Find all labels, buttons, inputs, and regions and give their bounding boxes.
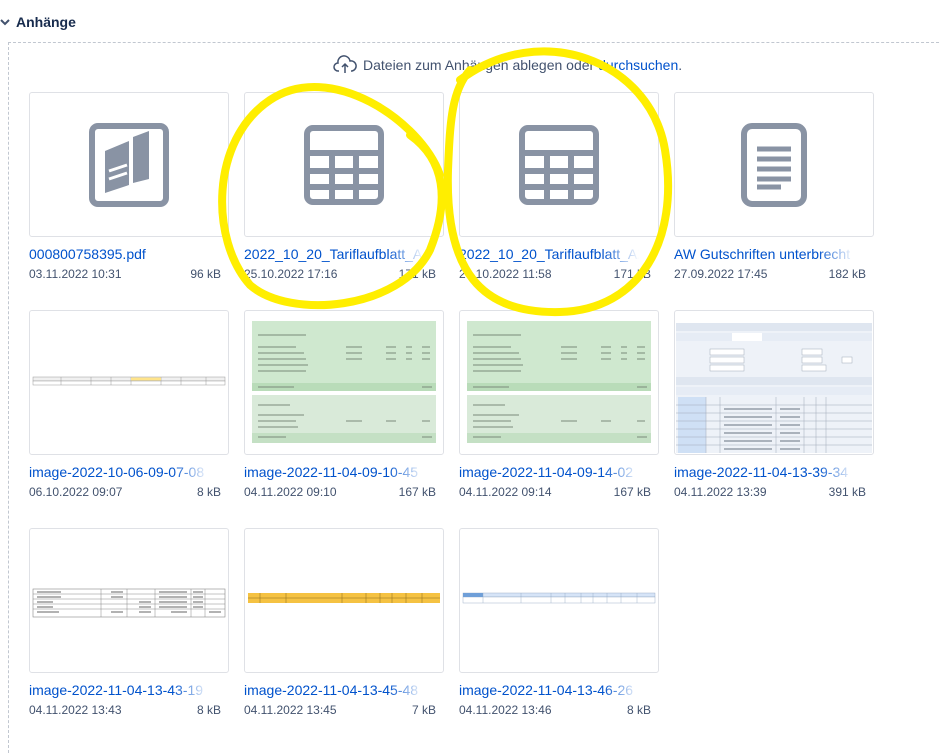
attachment-card[interactable]: image-2022-11-04-13-45-48 04.11.2022 13:… — [244, 528, 447, 717]
image-thumbnail — [467, 320, 651, 443]
file-name-link[interactable]: image-2022-11-04-09-10-45 — [244, 464, 424, 480]
file-name-link[interactable]: image-2022-11-04-13-45-48 — [244, 682, 424, 698]
attachment-card[interactable]: 2022_10_20_Tariflaufblatt_AZ 20.10.2022 … — [459, 92, 662, 281]
file-thumbnail[interactable] — [29, 310, 229, 455]
file-date: 04.11.2022 13:45 — [244, 703, 337, 717]
attachment-card[interactable]: image-2022-11-04-13-46-26 04.11.2022 13:… — [459, 528, 662, 717]
file-size: 171 kB — [398, 267, 436, 281]
drop-message-period: . — [678, 57, 683, 73]
file-date: 27.09.2022 17:45 — [674, 267, 768, 281]
file-date: 04.11.2022 13:43 — [29, 703, 122, 717]
attachment-card[interactable]: image-2022-11-04-09-10-45 04.11.2022 09:… — [244, 310, 447, 499]
file-name-link[interactable]: 2022_10_20_Tariflaufblatt_AZ — [459, 246, 639, 262]
section-title: Anhänge — [16, 14, 76, 30]
file-date: 20.10.2022 11:58 — [459, 267, 552, 281]
file-size: 167 kB — [398, 485, 436, 499]
file-date: 25.10.2022 17:16 — [244, 267, 338, 281]
file-size: 391 kB — [828, 485, 866, 499]
attachment-card[interactable]: AW Gutschriften unterbrecht 27.09.2022 1… — [674, 92, 877, 281]
attachment-card[interactable]: image-2022-10-06-09-07-08 06.10.2022 09:… — [29, 310, 232, 499]
drop-message-text: Dateien zum Anhängen ablegen oder — [363, 57, 595, 73]
file-size: 182 kB — [828, 267, 866, 281]
cloud-upload-icon — [333, 55, 357, 73]
file-thumbnail[interactable] — [29, 92, 229, 237]
file-date: 04.11.2022 13:46 — [459, 703, 552, 717]
file-name-link[interactable]: image-2022-10-06-09-07-08 — [29, 464, 209, 480]
file-date: 04.11.2022 13:39 — [674, 485, 767, 499]
file-name-link[interactable]: AW Gutschriften unterbrecht — [674, 246, 854, 262]
attachment-card[interactable]: 2022_10_20_Tariflaufblatt_AZ 25.10.2022 … — [244, 92, 447, 281]
file-date: 04.11.2022 09:14 — [459, 485, 552, 499]
attachment-card[interactable]: image-2022-11-04-09-14-02 04.11.2022 09:… — [459, 310, 662, 499]
pdf-icon — [89, 122, 169, 207]
chevron-down-icon[interactable] — [0, 17, 10, 27]
attachments-header[interactable]: Anhänge — [0, 8, 76, 36]
attachment-card[interactable]: image-2022-11-04-13-43-19 04.11.2022 13:… — [29, 528, 232, 717]
spreadsheet-icon — [304, 124, 384, 205]
file-name-link[interactable]: image-2022-11-04-09-14-02 — [459, 464, 639, 480]
file-thumbnail[interactable] — [244, 528, 444, 673]
file-size: 8 kB — [626, 703, 651, 717]
spreadsheet-icon — [519, 124, 599, 205]
drop-message: Dateien zum Anhängen ablegen oder durchs… — [333, 55, 682, 75]
file-thumbnail[interactable] — [674, 92, 874, 237]
file-size: 171 kB — [613, 267, 651, 281]
document-icon — [741, 122, 807, 207]
attachment-card[interactable]: image-2022-11-04-13-39-34 04.11.2022 13:… — [674, 310, 877, 499]
file-thumbnail[interactable] — [29, 528, 229, 673]
file-name-link[interactable]: image-2022-11-04-13-39-34 — [674, 464, 854, 480]
file-name-link[interactable]: image-2022-11-04-13-43-19 — [29, 682, 209, 698]
image-thumbnail — [248, 592, 440, 603]
file-date: 04.11.2022 09:10 — [244, 485, 337, 499]
attachment-card[interactable]: 000800758395.pdf 03.11.2022 10:31 96 kB — [29, 92, 232, 281]
file-size: 8 kB — [196, 485, 221, 499]
file-name-link[interactable]: 000800758395.pdf — [29, 246, 209, 262]
file-size: 8 kB — [196, 703, 221, 717]
file-date: 06.10.2022 09:07 — [29, 485, 123, 499]
file-size: 167 kB — [613, 485, 651, 499]
image-thumbnail — [32, 588, 226, 617]
file-thumbnail[interactable] — [459, 310, 659, 455]
file-thumbnail[interactable] — [244, 92, 444, 237]
file-thumbnail[interactable] — [459, 92, 659, 237]
image-thumbnail — [676, 322, 872, 453]
browse-link[interactable]: durchsuchen — [598, 57, 678, 73]
file-name-link[interactable]: image-2022-11-04-13-46-26 — [459, 682, 639, 698]
file-thumbnail[interactable] — [674, 310, 874, 455]
image-thumbnail — [32, 376, 226, 385]
image-thumbnail — [252, 320, 436, 443]
image-thumbnail — [462, 592, 656, 603]
file-thumbnail[interactable] — [244, 310, 444, 455]
file-thumbnail[interactable] — [459, 528, 659, 673]
file-size: 7 kB — [411, 703, 436, 717]
file-size: 96 kB — [190, 267, 221, 281]
file-name-link[interactable]: 2022_10_20_Tariflaufblatt_AZ — [244, 246, 424, 262]
file-date: 03.11.2022 10:31 — [29, 267, 122, 281]
